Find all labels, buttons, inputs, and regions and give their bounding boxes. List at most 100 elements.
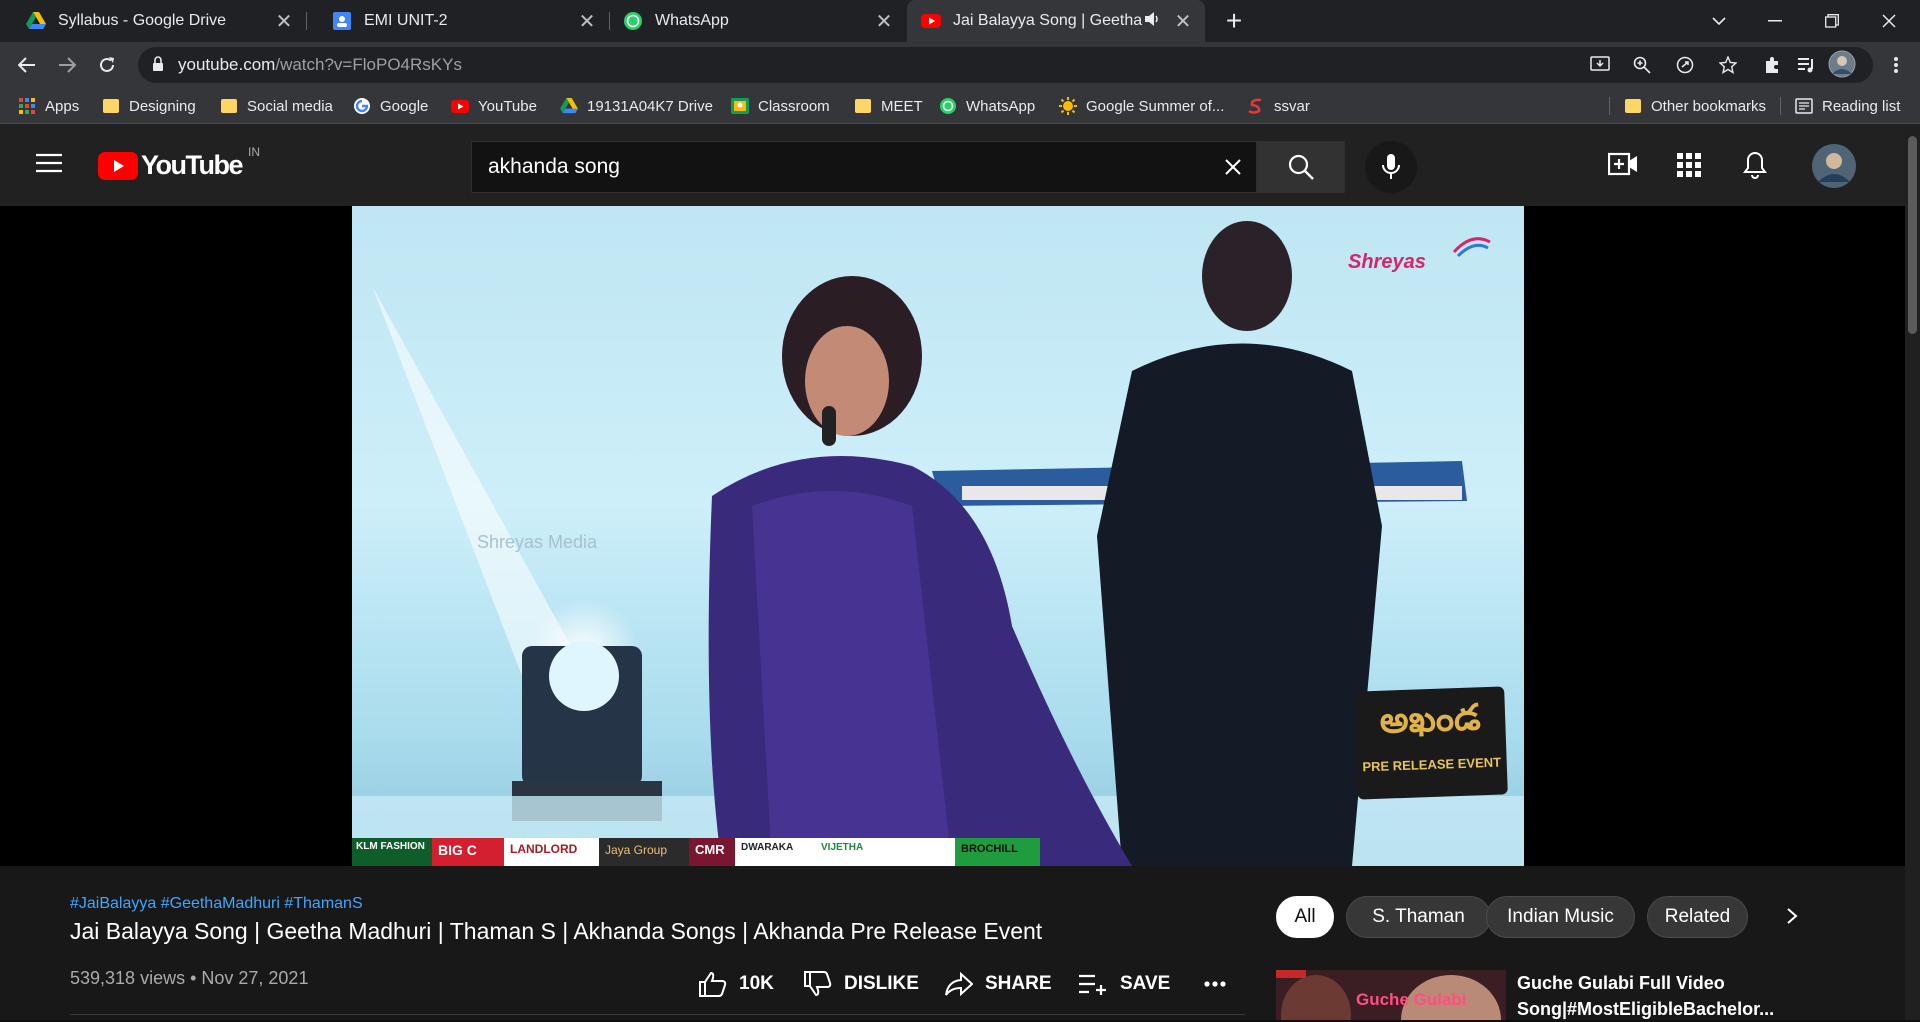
search-icon [1288, 154, 1314, 180]
address-bar[interactable]: youtube.com/watch?v=FloPO4RsKYs [138, 47, 1873, 83]
close-window-button[interactable] [1872, 4, 1906, 38]
tab-syllabus[interactable]: Syllabus - Google Drive ✕ [0, 0, 306, 42]
search-input[interactable] [488, 152, 1188, 182]
chip-s-thaman[interactable]: S. Thaman [1346, 896, 1491, 938]
create-video-icon[interactable] [1607, 152, 1638, 181]
clear-search-icon[interactable] [1218, 152, 1248, 182]
youtube-logo[interactable]: YouTube IN [98, 145, 260, 181]
notifications-bell-icon[interactable] [1743, 151, 1767, 184]
hashtags-link[interactable]: #JaiBalayya #GeethaMadhuri #ThamanS [70, 895, 363, 913]
page-scrollbar[interactable] [1905, 124, 1920, 1020]
bookmark-meet[interactable]: MEET [854, 88, 923, 124]
tab-title: EMI UNIT-2 [364, 12, 448, 29]
bookmark-classroom[interactable]: Classroom [731, 88, 830, 124]
minimize-button[interactable] [1758, 4, 1792, 38]
bookmarks-bar: Apps Designing Social media Google YouTu… [0, 88, 1920, 124]
bookmark-drive[interactable]: 19131A04K7 Drive [560, 88, 713, 124]
share-button[interactable]: SHARE [945, 966, 1052, 1002]
tab-emi-unit[interactable]: EMI UNIT-2 ✕ [306, 0, 609, 42]
close-icon[interactable]: ✕ [872, 9, 896, 34]
tab-whatsapp[interactable]: WhatsApp ✕ [609, 0, 906, 42]
tab-search-icon[interactable] [1702, 4, 1736, 38]
save-button[interactable]: SAVE [1078, 966, 1170, 1002]
region-label: IN [247, 144, 260, 159]
tab-title: WhatsApp [655, 12, 729, 29]
zoom-icon[interactable] [1630, 53, 1654, 77]
menu-hamburger-icon[interactable] [36, 153, 62, 178]
share-page-icon[interactable] [1673, 53, 1697, 77]
google-drive-icon [26, 11, 46, 31]
dislike-button[interactable]: DISLIKE [804, 966, 919, 1002]
google-drive-icon [560, 97, 578, 115]
close-icon[interactable]: ✕ [272, 9, 296, 34]
bookmark-apps[interactable]: Apps [18, 88, 79, 124]
sun-icon [1059, 97, 1077, 115]
bookmark-star-icon[interactable] [1716, 53, 1740, 77]
reading-list[interactable]: Reading list [1795, 88, 1900, 124]
scrollbar-thumb[interactable] [1908, 136, 1917, 334]
bookmark-ssvar[interactable]: ssvar [1247, 88, 1310, 124]
share-arrow-icon [945, 972, 973, 996]
watch-metadata: #JaiBalayya #GeethaMadhuri #ThamanS Jai … [0, 866, 1905, 1020]
install-app-icon[interactable] [1588, 53, 1612, 77]
back-button[interactable] [10, 48, 44, 82]
youtube-masthead: YouTube IN [0, 124, 1920, 206]
view-count-date: 539,318 views • Nov 27, 2021 [70, 968, 309, 988]
bookmark-whatsapp[interactable]: WhatsApp [939, 88, 1035, 124]
google-icon [353, 97, 371, 115]
close-icon[interactable]: ✕ [1171, 9, 1195, 34]
apps-grid-icon [18, 97, 36, 115]
video-title: Jai Balayya Song | Geetha Madhuri | Tham… [70, 918, 1043, 944]
video-player[interactable]: Shreyas Shreyas Media అఖండ PRE RELEASE E… [0, 206, 1905, 866]
reload-button[interactable] [90, 48, 124, 82]
youtube-icon [451, 97, 469, 115]
microphone-icon [1382, 154, 1400, 179]
folder-icon [854, 97, 872, 115]
playlist-add-icon [1079, 974, 1106, 995]
lock-icon [152, 56, 164, 77]
chip-all[interactable]: All [1276, 896, 1334, 938]
watermark-logo-icon [1452, 232, 1492, 263]
faint-watermark: Shreyas Media [477, 532, 598, 552]
folder-icon [102, 97, 120, 115]
new-tab-button[interactable]: + [1217, 4, 1251, 38]
more-actions-icon[interactable] [1204, 966, 1238, 1002]
like-button[interactable]: 10K [699, 966, 774, 1002]
ssvar-icon [1247, 97, 1265, 115]
search-button[interactable] [1257, 141, 1345, 193]
folder-icon [1624, 97, 1642, 115]
apps-grid-icon[interactable] [1677, 153, 1701, 182]
chip-indian-music[interactable]: Indian Music [1486, 896, 1635, 938]
related-thumbnail[interactable]: Guche Gulabi [1276, 970, 1506, 1020]
bookmark-social-media[interactable]: Social media [220, 88, 333, 124]
restore-button[interactable] [1815, 4, 1849, 38]
bookmark-youtube[interactable]: YouTube [451, 88, 537, 124]
bookmark-google[interactable]: Google [353, 88, 428, 124]
thumbs-down-icon [804, 971, 832, 997]
profile-avatar[interactable] [1828, 50, 1856, 78]
bookmark-gsoc[interactable]: Google Summer of... [1059, 88, 1224, 124]
extensions-icon[interactable] [1760, 53, 1784, 77]
youtube-icon [921, 11, 941, 31]
divider [70, 1014, 1245, 1015]
folder-icon [220, 97, 238, 115]
classroom-icon [731, 97, 749, 115]
forward-button[interactable] [50, 48, 84, 82]
account-avatar[interactable] [1812, 144, 1856, 193]
chip-related[interactable]: Related [1647, 896, 1748, 938]
bookmark-designing[interactable]: Designing [102, 88, 196, 124]
address-url: youtube.com/watch?v=FloPO4RsKYs [178, 55, 462, 74]
bookmark-other[interactable]: Other bookmarks [1624, 88, 1766, 124]
search-box [471, 141, 1257, 193]
video-frame[interactable]: Shreyas Shreyas Media అఖండ PRE RELEASE E… [352, 206, 1524, 866]
tab-jai-balayya[interactable]: Jai Balayya Song | Geetha Ma ✕ [907, 0, 1205, 42]
voice-search-button[interactable] [1365, 141, 1417, 193]
chrome-menu-icon[interactable] [1884, 53, 1908, 77]
whatsapp-icon [939, 97, 957, 115]
media-control-icon[interactable] [1795, 53, 1819, 77]
speaker-icon[interactable] [1145, 11, 1165, 31]
classroom-icon [332, 11, 352, 31]
related-title[interactable]: Guche Gulabi Full Video Song|#MostEligib… [1517, 970, 1774, 1022]
close-icon[interactable]: ✕ [575, 9, 599, 34]
chevron-right-icon[interactable] [1786, 907, 1798, 930]
